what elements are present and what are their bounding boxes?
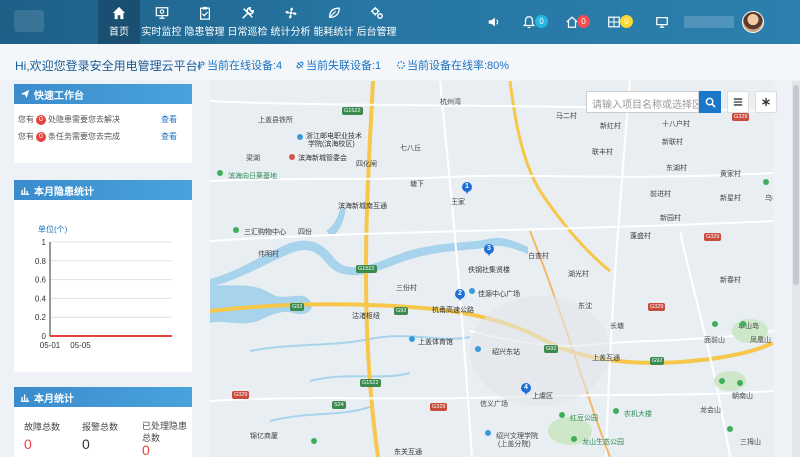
online-rate-text: 当前设备在线率:80% <box>407 60 510 72</box>
gears-icon <box>370 6 383 19</box>
bell-icon[interactable] <box>522 15 536 29</box>
nav-item-daily-inspection[interactable]: 日常巡检 <box>226 0 269 44</box>
welcome-message: Hi,欢迎您登录安全用电管理云平台! <box>15 59 202 73</box>
view-hazards-link[interactable]: 查看 <box>161 114 177 125</box>
online-devices-stat: 当前在线设备:4 <box>196 57 282 73</box>
nav-item-backend-management[interactable]: 后台管理 <box>355 0 398 44</box>
stat-label: 报警总数 <box>82 422 119 432</box>
hazard-line-chart: 单位(个) 1 0.8 0.6 0.4 0.2 005-01 05-05 <box>35 224 172 350</box>
layers-button[interactable] <box>727 91 749 113</box>
view-tasks-link[interactable]: 查看 <box>161 131 177 142</box>
hazard-task-row: 您有 0 处隐患需要您去解决 <box>18 114 120 125</box>
device-map[interactable]: 杭州湾 上盖县铁所 浙江邮电职业技术 学院(滨海校区) 滨海新城管委会 滨海向日… <box>210 81 773 457</box>
device-pin[interactable]: 4 <box>521 383 531 395</box>
stat-label: 故障总数 <box>24 422 61 432</box>
asterisk-icon <box>762 97 770 107</box>
handled-hazards-total: 已处理隐患总数 0 <box>142 420 190 457</box>
spinner-icon <box>397 61 405 69</box>
nav-label: 实时监控 <box>141 27 182 38</box>
grid-icon[interactable] <box>607 15 621 29</box>
nav-label: 能耗统计 <box>313 27 354 38</box>
x-tick-label: 05-01 <box>40 341 61 350</box>
link-icon <box>197 61 205 69</box>
y-tick-label: 0 <box>42 332 47 341</box>
top-navbar: 首页 实时监控 隐患管理 日常巡检 统计分析 能耗统计 后台管理 0 0 0 <box>0 0 800 44</box>
main-nav: 首页 实时监控 隐患管理 日常巡检 统计分析 能耗统计 后台管理 <box>98 0 398 44</box>
screen-icon[interactable] <box>655 15 669 29</box>
device-pin[interactable]: 1 <box>462 182 472 194</box>
nav-item-statistics-analysis[interactable]: 统计分析 <box>269 0 312 44</box>
project-search-input[interactable]: 请输入项目名称或选择区域 <box>586 91 699 113</box>
nav-label: 隐患管理 <box>184 27 225 38</box>
fault-total: 故障总数 0 <box>24 420 60 452</box>
monitor-icon <box>155 7 168 19</box>
nav-label: 首页 <box>109 27 129 38</box>
online-devices-text: 当前在线设备:4 <box>207 60 283 72</box>
row-prefix: 您有 <box>18 132 34 141</box>
username[interactable] <box>684 16 734 28</box>
search-icon <box>705 97 716 108</box>
settings-button[interactable] <box>755 91 777 113</box>
panel-title: 本月隐患统计 <box>34 186 94 198</box>
list-icon <box>733 98 743 106</box>
x-tick-label: 05-05 <box>70 341 91 350</box>
nav-label: 日常巡检 <box>227 27 268 38</box>
row-suffix: 处隐患需要您去解决 <box>48 115 120 124</box>
wrench-icon <box>241 6 254 19</box>
fan-icon <box>285 7 296 19</box>
row-prefix: 您有 <box>18 115 34 124</box>
hazard-count-badge: 0 <box>36 114 46 125</box>
home-badge: 0 <box>577 15 590 28</box>
nav-item-energy-statistics[interactable]: 能耗统计 <box>312 0 355 44</box>
scrollbar-thumb[interactable] <box>793 85 799 285</box>
nav-item-hazard-management[interactable]: 隐患管理 <box>183 0 226 44</box>
task-count-badge: 0 <box>36 131 46 142</box>
logo <box>14 10 44 32</box>
speaker-icon[interactable] <box>487 15 501 29</box>
alarm-total: 报警总数 0 <box>82 420 118 452</box>
offline-devices-stat: 当前失联设备:1 <box>295 57 381 73</box>
offline-devices-text: 当前失联设备:1 <box>306 60 382 72</box>
stat-value: 0 <box>142 442 150 457</box>
nav-item-home[interactable]: 首页 <box>98 0 140 44</box>
paper-plane-icon <box>20 89 30 99</box>
y-tick-label: 0.8 <box>35 257 47 266</box>
stat-value: 0 <box>24 436 32 452</box>
leaf-icon <box>328 7 340 19</box>
panel-title: 本月统计 <box>34 393 74 405</box>
nav-label: 统计分析 <box>270 27 311 38</box>
online-rate-stat: 当前设备在线率:80% <box>396 57 509 73</box>
search-button[interactable] <box>699 91 721 113</box>
home-icon <box>112 6 126 20</box>
stat-label: 已处理隐患总数 <box>142 421 188 443</box>
panel-title: 快速工作台 <box>34 90 84 102</box>
unlink-icon <box>296 61 304 69</box>
nav-label: 后台管理 <box>356 27 397 38</box>
device-pin[interactable]: 2 <box>455 289 465 301</box>
task-row: 您有 0 条任务需要您去完成 <box>18 131 120 142</box>
bar-chart-icon <box>20 187 30 195</box>
nav-item-realtime-monitor[interactable]: 实时监控 <box>140 0 183 44</box>
bar-chart-icon <box>20 394 30 402</box>
panel-header: 本月统计 <box>14 387 192 407</box>
device-pin[interactable]: 3 <box>484 244 494 256</box>
y-tick-label: 0.2 <box>35 313 47 322</box>
panel-header: 快速工作台 <box>14 84 192 104</box>
y-tick-label: 0.4 <box>35 294 47 303</box>
row-suffix: 条任务需要您去完成 <box>48 132 120 141</box>
clipboard-icon <box>199 6 210 20</box>
notification-badge: 0 <box>535 15 548 28</box>
page-scrollbar[interactable] <box>792 81 800 457</box>
poi-layer <box>217 134 769 444</box>
grid-badge: 0 <box>620 15 633 28</box>
panel-header: 本月隐患统计 <box>14 180 192 200</box>
y-axis-label: 单位(个) <box>38 224 68 234</box>
stat-value: 0 <box>82 436 90 452</box>
y-tick-label: 0.6 <box>35 276 47 285</box>
avatar[interactable] <box>742 11 764 33</box>
y-tick-label: 1 <box>42 238 47 247</box>
